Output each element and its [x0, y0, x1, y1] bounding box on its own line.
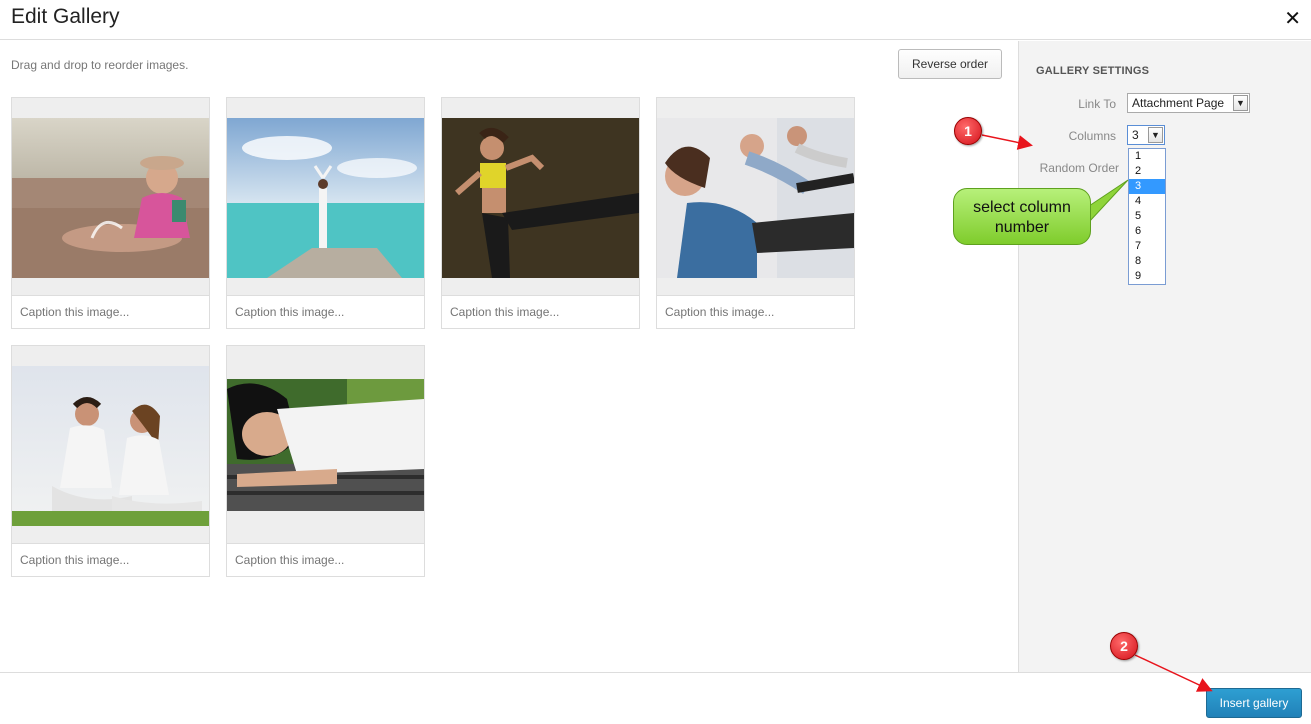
link-to-label: Link To	[1078, 97, 1116, 111]
close-icon[interactable]: ✕	[1284, 6, 1301, 31]
yoga-on-pier-image	[227, 118, 424, 278]
callout-line-1: select column	[973, 199, 1071, 216]
reorder-instructions: Drag and drop to reorder images.	[11, 58, 189, 72]
woman-sleeping-image	[227, 379, 424, 511]
gallery-item-4[interactable]	[656, 97, 855, 329]
gallery-item-6[interactable]	[226, 345, 425, 577]
gallery-item-3[interactable]	[441, 97, 640, 329]
columns-select[interactable]: 3 ▼	[1127, 125, 1165, 145]
columns-label: Columns	[1068, 129, 1116, 143]
kickboxing-woman-image	[442, 118, 639, 278]
callout-line-2: number	[994, 219, 1050, 236]
child-at-beach-image	[12, 118, 209, 278]
column-option-8[interactable]: 8	[1129, 254, 1165, 269]
select-column-callout: select column number	[953, 188, 1091, 245]
link-to-value: Attachment Page	[1132, 96, 1225, 110]
thumbnail-frame	[442, 98, 639, 296]
column-option-3[interactable]: 3	[1129, 179, 1165, 194]
link-to-select[interactable]: Attachment Page ▼	[1127, 93, 1250, 113]
step-marker-2: 2	[1110, 632, 1138, 660]
gallery-item-2[interactable]	[226, 97, 425, 329]
thumbnail-frame	[12, 346, 209, 544]
caption-input[interactable]	[235, 553, 415, 567]
column-option-5[interactable]: 5	[1129, 209, 1165, 224]
caption-input[interactable]	[665, 305, 845, 319]
thumbnail-frame	[227, 98, 424, 296]
random-order-label: Random Order	[1039, 161, 1119, 175]
caption-input[interactable]	[20, 305, 200, 319]
gallery-settings-sidebar: GALLERY SETTINGS Link To Attachment Page…	[1018, 41, 1311, 672]
column-option-1[interactable]: 1	[1129, 149, 1165, 164]
reverse-order-button[interactable]: Reverse order	[898, 49, 1002, 79]
column-option-4[interactable]: 4	[1129, 194, 1165, 209]
column-option-9[interactable]: 9	[1129, 269, 1165, 284]
thumbnail-frame	[12, 98, 209, 296]
caption-input[interactable]	[450, 305, 630, 319]
gallery-area: Drag and drop to reorder images. Reverse…	[0, 41, 1018, 672]
modal-title: Edit Gallery	[11, 5, 120, 28]
gallery-item-5[interactable]	[11, 345, 210, 577]
gallery-item-1[interactable]	[11, 97, 210, 329]
couple-meditating-image	[12, 366, 209, 526]
settings-heading: GALLERY SETTINGS	[1036, 65, 1150, 77]
modal-footer: Insert gallery	[0, 672, 1311, 724]
columns-value: 3	[1132, 128, 1139, 142]
thumbnail-frame	[227, 346, 424, 544]
caption-input[interactable]	[20, 553, 200, 567]
step-marker-1: 1	[954, 117, 982, 145]
column-option-6[interactable]: 6	[1129, 224, 1165, 239]
insert-gallery-button[interactable]: Insert gallery	[1206, 688, 1302, 718]
chevron-down-icon: ▼	[1233, 95, 1248, 111]
column-option-7[interactable]: 7	[1129, 239, 1165, 254]
column-option-2[interactable]: 2	[1129, 164, 1165, 179]
modal-header: Edit Gallery ✕	[0, 0, 1311, 40]
thumbnail-frame	[657, 98, 854, 296]
columns-dropdown-list[interactable]: 1 2 3 4 5 6 7 8 9	[1128, 148, 1166, 285]
chevron-down-icon: ▼	[1148, 127, 1163, 143]
fitness-class-image	[657, 118, 854, 278]
caption-input[interactable]	[235, 305, 415, 319]
